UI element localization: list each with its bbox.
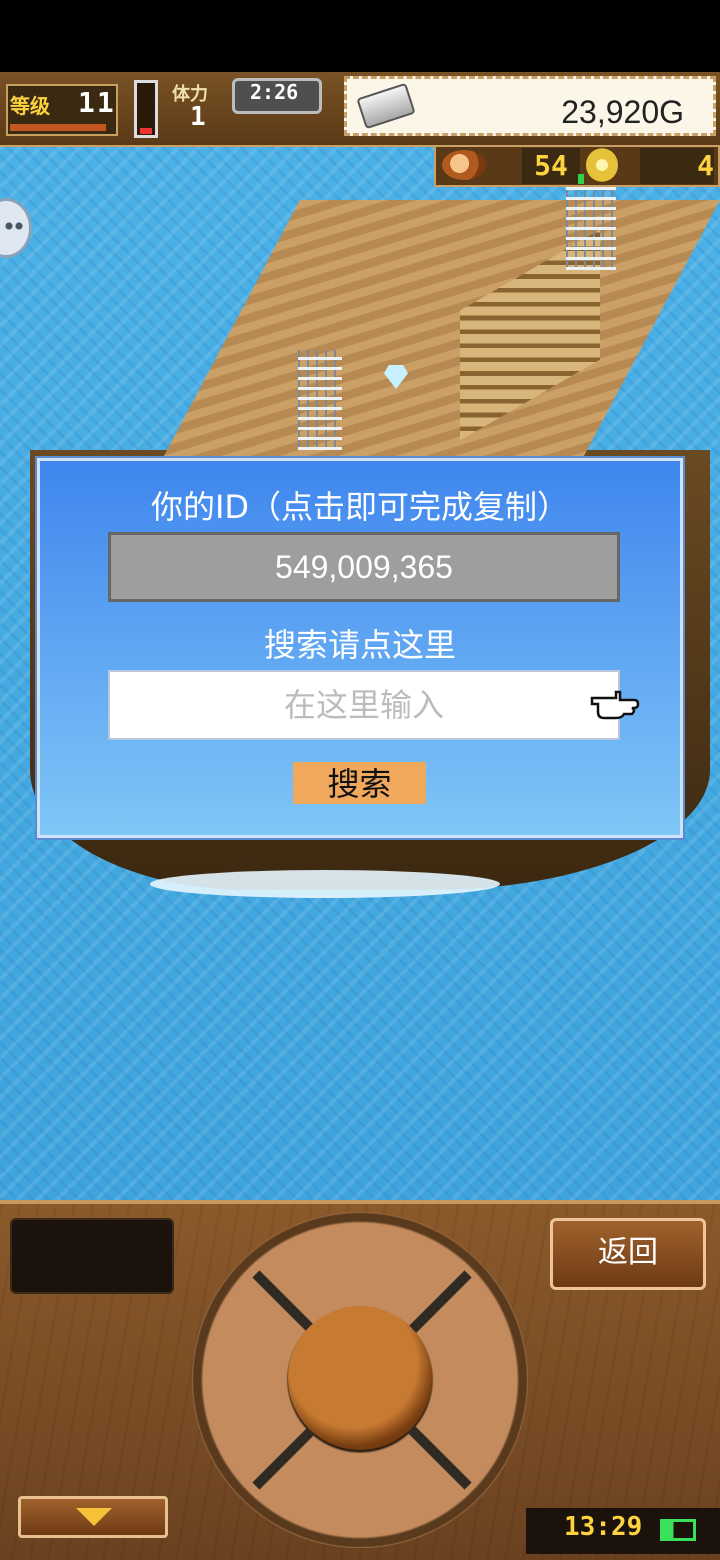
stamina-value: 1: [190, 102, 206, 132]
medal-coin-value: 4: [640, 148, 714, 184]
money-value: 23,920G: [561, 94, 684, 130]
experience-bar: [10, 124, 106, 131]
search-input[interactable]: 在这里输入: [108, 670, 620, 740]
search-hint-label: 搜索请点这里: [263, 626, 456, 664]
medal-coin-icon: [586, 148, 618, 182]
ship-mast-left: [298, 350, 342, 450]
your-id-label: 你的ID（点击即可完成复制）: [150, 488, 570, 526]
dpad-center-button[interactable]: [288, 1306, 432, 1450]
back-button[interactable]: 返回: [550, 1218, 706, 1290]
system-clock: 13:29: [564, 1512, 643, 1542]
status-bar: [0, 0, 720, 72]
wave-foam: [150, 870, 500, 898]
pointing-hand-icon: [590, 690, 640, 720]
search-button[interactable]: 搜索: [293, 762, 426, 804]
chat-dots-icon: [4, 218, 24, 234]
level-value: 11: [78, 86, 116, 119]
down-arrow-icon: [76, 1508, 112, 1526]
battery-icon: [660, 1519, 696, 1541]
food-value: 54: [522, 148, 580, 184]
message-box: [10, 1218, 174, 1294]
food-icon: [442, 150, 486, 180]
stamina-gauge-fill: [140, 128, 152, 134]
food-indicator: [578, 174, 584, 184]
level-label: 等级: [10, 94, 50, 118]
player-id-value[interactable]: 549,009,365: [108, 532, 620, 602]
stamina-timer: 2:26: [250, 80, 299, 104]
